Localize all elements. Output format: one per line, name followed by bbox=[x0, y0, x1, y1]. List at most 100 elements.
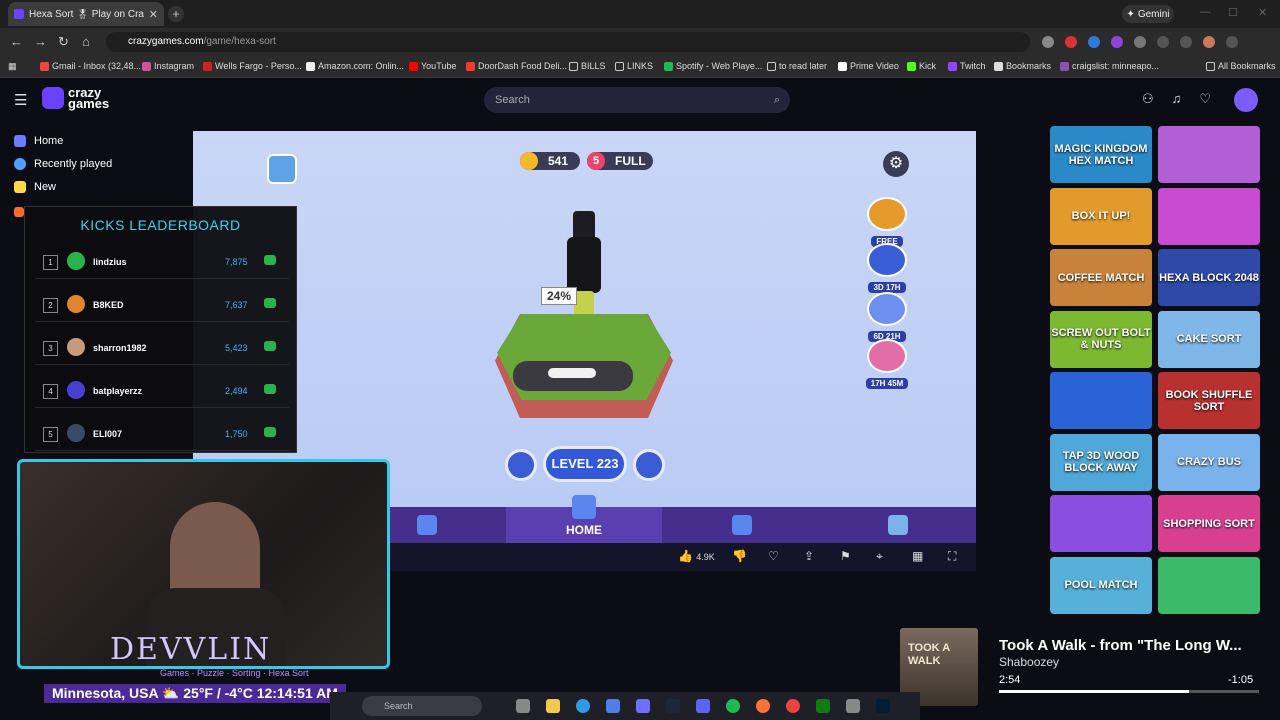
like-button[interactable]: 👍 4.9K bbox=[678, 549, 715, 563]
forward-icon[interactable]: → bbox=[34, 34, 47, 49]
home-icon[interactable]: ⌂ bbox=[82, 34, 90, 49]
bookmark-item[interactable]: Prime Video bbox=[838, 61, 899, 71]
nav-collection-icon[interactable] bbox=[888, 515, 908, 535]
favorite-heart-icon[interactable]: ♡ bbox=[768, 549, 779, 563]
share-icon[interactable]: ⇪ bbox=[804, 549, 814, 563]
spotify-icon[interactable] bbox=[726, 699, 740, 713]
extension-icon[interactable] bbox=[1088, 36, 1100, 48]
bookmark-folder[interactable]: BILLS bbox=[569, 61, 606, 71]
game-thumbnail[interactable]: HEXA BLOCK 2048 bbox=[1158, 249, 1260, 306]
theater-mode-icon[interactable]: ▦ bbox=[912, 549, 923, 563]
level-play-button[interactable]: LEVEL 223 bbox=[543, 446, 627, 482]
game-thumbnail[interactable]: SHOPPING SORT bbox=[1158, 495, 1260, 552]
bookmark-folder[interactable]: All Bookmarks bbox=[1206, 61, 1276, 71]
game-thumbnail[interactable]: TAP 3D WOOD BLOCK AWAY bbox=[1050, 433, 1152, 491]
sidebar-item-recently-played[interactable]: Recently played bbox=[14, 158, 112, 170]
bookmark-item[interactable]: craigslist: minneapo... bbox=[1060, 61, 1159, 71]
bookmark-item[interactable]: YouTube bbox=[409, 61, 456, 71]
bookmark-item[interactable]: Kick bbox=[907, 61, 936, 71]
sidebar-item-new[interactable]: New bbox=[14, 181, 56, 193]
bookmark-item[interactable]: Twitch bbox=[948, 61, 986, 71]
embed-icon[interactable]: ⌖ bbox=[876, 549, 883, 564]
game-thumbnail[interactable]: SCREW OUT BOLT & NUTS bbox=[1050, 310, 1152, 368]
game-thumbnail[interactable] bbox=[1050, 495, 1152, 552]
bookmark-item[interactable]: Spotify - Web Playe... bbox=[664, 61, 762, 71]
task-view-icon[interactable] bbox=[516, 699, 530, 713]
user-avatar[interactable] bbox=[1234, 88, 1258, 112]
game-thumbnail[interactable]: CAKE SORT bbox=[1158, 310, 1260, 368]
side-panel-icon[interactable] bbox=[1157, 36, 1169, 48]
friends-icon[interactable]: ⚇ bbox=[1142, 91, 1154, 107]
file-explorer-icon[interactable] bbox=[546, 699, 560, 713]
game-thumbnail[interactable] bbox=[1158, 556, 1260, 614]
app-icon[interactable] bbox=[846, 699, 860, 713]
game-thumbnail[interactable]: BOOK SHUFFLE SORT bbox=[1158, 372, 1260, 429]
bonus-timer-3[interactable]: 17H 45M bbox=[864, 339, 910, 391]
bookmark-folder[interactable]: to read later bbox=[767, 61, 827, 71]
bookmark-item[interactable]: Instagram bbox=[142, 61, 194, 71]
game-thumbnail[interactable]: BOX IT UP! bbox=[1050, 187, 1152, 245]
notifications-bell-icon[interactable]: ♫ bbox=[1172, 91, 1182, 107]
sidebar-item-home[interactable]: Home bbox=[14, 135, 63, 147]
settings-gear-icon[interactable]: ⚙ bbox=[883, 151, 909, 177]
extension-icon[interactable] bbox=[1065, 36, 1077, 48]
bookmark-item[interactable]: Amazon.com: Onlin... bbox=[306, 61, 404, 71]
shop-button[interactable] bbox=[505, 449, 537, 481]
crazygames-logo[interactable]: crazy games bbox=[42, 86, 109, 110]
hamburger-menu-icon[interactable]: ☰ bbox=[14, 91, 27, 109]
fullscreen-icon[interactable]: ⛶ bbox=[948, 549, 956, 564]
game-thumbnail[interactable]: MAGIC KINGDOM HEX MATCH bbox=[1050, 126, 1152, 183]
menu-kebab-icon[interactable] bbox=[1226, 36, 1238, 48]
new-tab-button[interactable]: + bbox=[168, 6, 184, 22]
bonus-timer-1[interactable]: 3D 17H bbox=[864, 243, 910, 295]
profile-avatar-icon[interactable] bbox=[1203, 36, 1215, 48]
steam-icon[interactable] bbox=[666, 699, 680, 713]
url-bar[interactable]: crazygames.com/game/hexa-sort bbox=[106, 32, 1030, 52]
game-thumbnail[interactable] bbox=[1158, 126, 1260, 183]
tasks-button[interactable] bbox=[633, 449, 665, 481]
bonus-timer-2[interactable]: 6D 21H bbox=[864, 292, 910, 344]
game-thumbnail[interactable]: COFFEE MATCH bbox=[1050, 249, 1152, 306]
song-progress-bar[interactable] bbox=[999, 690, 1259, 693]
bookmark-folder[interactable]: LINKS bbox=[615, 61, 653, 71]
bookmark-item[interactable]: Wells Fargo - Perso... bbox=[203, 61, 302, 71]
xbox-icon[interactable] bbox=[816, 699, 830, 713]
close-window-icon[interactable]: ✕ bbox=[1258, 6, 1267, 19]
nav-leaderboard-icon[interactable] bbox=[732, 515, 752, 535]
downloads-icon[interactable] bbox=[1180, 36, 1192, 48]
maximize-icon[interactable]: ☐ bbox=[1228, 6, 1238, 19]
extension-icon[interactable] bbox=[1042, 36, 1054, 48]
bonus-free-button[interactable]: FREE bbox=[864, 197, 910, 249]
gemini-button[interactable]: ✦ Gemini bbox=[1122, 5, 1174, 23]
close-tab-icon[interactable]: ✕ bbox=[149, 8, 158, 21]
game-thumbnail[interactable] bbox=[1050, 372, 1152, 429]
discord-icon[interactable] bbox=[696, 699, 710, 713]
bookmark-item[interactable]: Bookmarks bbox=[994, 61, 1051, 71]
nav-home-tab[interactable]: HOME bbox=[506, 495, 662, 543]
report-icon[interactable]: ⚑ bbox=[840, 549, 851, 563]
nav-shop-icon[interactable] bbox=[417, 515, 437, 535]
bookmark-item[interactable]: Gmail - Inbox (32,48... bbox=[40, 61, 141, 71]
dislike-icon[interactable]: 👎 bbox=[732, 549, 747, 563]
extension-icon[interactable] bbox=[1111, 36, 1123, 48]
favorites-heart-icon[interactable]: ♡ bbox=[1199, 91, 1211, 107]
copilot-icon[interactable] bbox=[636, 699, 650, 713]
search-icon[interactable]: ⌕ bbox=[774, 87, 780, 113]
minimize-icon[interactable]: — bbox=[1200, 6, 1211, 18]
browser-tab[interactable]: Hexa Sort 🎖 Play on CrazyGames ✕ bbox=[8, 2, 164, 26]
chrome-icon[interactable] bbox=[786, 699, 800, 713]
store-icon[interactable] bbox=[606, 699, 620, 713]
edge-icon[interactable] bbox=[576, 699, 590, 713]
game-thumbnail[interactable]: CRAZY BUS bbox=[1158, 433, 1260, 491]
apps-grid-icon[interactable]: ▦ bbox=[8, 61, 17, 72]
game-thumbnail[interactable] bbox=[1158, 187, 1260, 245]
back-icon[interactable]: ← bbox=[10, 34, 23, 49]
player-avatar[interactable] bbox=[267, 154, 297, 184]
photoshop-icon[interactable] bbox=[876, 699, 890, 713]
game-canvas[interactable]: 541 5 FULL ⚙ FREE 3D 17H 6D 21H 17H 45M … bbox=[193, 131, 976, 507]
site-search-input[interactable]: Search ⌕ bbox=[484, 87, 790, 113]
firefox-icon[interactable] bbox=[756, 699, 770, 713]
taskbar-search[interactable]: Search bbox=[362, 696, 482, 716]
bookmark-item[interactable]: DoorDash Food Deli... bbox=[466, 61, 567, 71]
game-thumbnail[interactable]: POOL MATCH bbox=[1050, 556, 1152, 614]
